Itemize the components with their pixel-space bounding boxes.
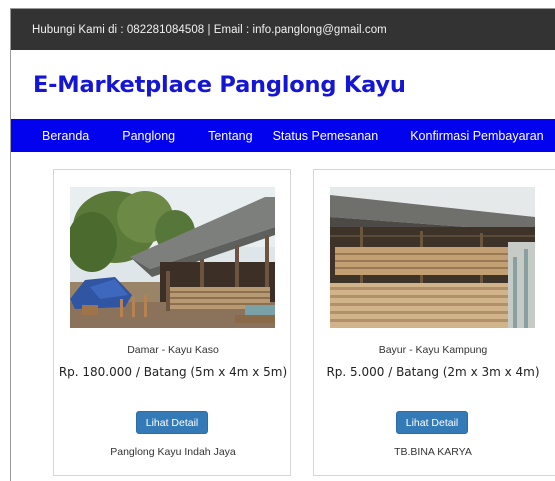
lumber-storage-image [330,187,535,328]
product-photo[interactable] [70,187,275,328]
seller-name: TB.BINA KARYA [394,446,472,458]
nav-item-beranda[interactable]: Beranda [42,129,89,143]
product-name: Damar - Kayu Kaso [127,344,219,356]
product-name: Bayur - Kayu Kampung [378,344,488,356]
contact-text: Hubungi Kami di : 082281084508 | Email :… [32,23,387,36]
main-navbar: Beranda Panglong Tentang Status Pemesana… [11,119,555,152]
sawmill-shed-image [70,187,275,328]
nav-item-konfirmasi-pembayaran[interactable]: Konfirmasi Pembayaran [410,129,543,143]
header: E-Marketplace Panglong Kayu [11,50,555,119]
view-detail-button[interactable]: Lihat Detail [396,411,468,434]
product-card: Damar - Kayu Kaso Rp. 180.000 / Batang (… [53,169,291,476]
product-price: Rp. 180.000 / Batang (5m x 4m x 5m) [58,365,288,379]
page-frame: Hubungi Kami di : 082281084508 | Email :… [10,8,555,481]
nav-item-panglong[interactable]: Panglong [122,129,175,143]
product-photo[interactable] [330,187,535,328]
product-grid: Damar - Kayu Kaso Rp. 180.000 / Batang (… [11,152,555,481]
nav-item-status-pemesanan[interactable]: Status Pemesanan [273,129,379,143]
product-card: Bayur - Kayu Kampung Rp. 5.000 / Batang … [313,169,555,476]
contact-bar: Hubungi Kami di : 082281084508 | Email :… [11,9,555,50]
site-title-link[interactable]: E-Marketplace Panglong Kayu [33,72,406,98]
nav-item-tentang[interactable]: Tentang [208,129,252,143]
seller-name: Panglong Kayu Indah Jaya [110,446,236,458]
view-detail-button[interactable]: Lihat Detail [136,411,208,434]
product-price: Rp. 5.000 / Batang (2m x 3m x 4m) [326,365,540,379]
